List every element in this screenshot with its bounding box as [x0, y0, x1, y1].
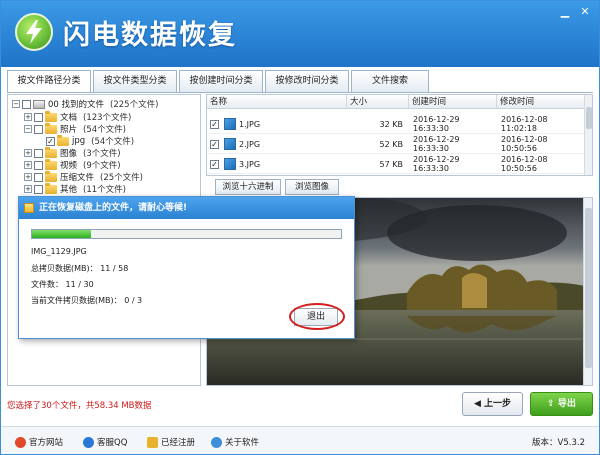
expand-icon[interactable]: + [24, 173, 32, 181]
registered-link[interactable]: 已经注册 [147, 436, 195, 448]
lightning-logo-icon [15, 13, 53, 51]
folder-icon [45, 158, 57, 170]
tree-item-photos[interactable]: − 照片 (54个文件) [24, 122, 126, 135]
copied-data-line: 总拷贝数据(MB)： 11 / 58 [31, 264, 129, 273]
tab-by-modified[interactable]: 按修改时间分类 [265, 70, 349, 92]
tree-root[interactable]: − 00 找到的文件 (225个文件) [12, 98, 158, 110]
expand-icon[interactable]: + [24, 161, 32, 169]
tree-item-docs[interactable]: + 文档 (123个文件) [24, 110, 131, 123]
folder-icon [57, 134, 69, 146]
info-icon [211, 436, 222, 448]
expand-icon[interactable]: + [24, 149, 32, 157]
image-file-icon [224, 138, 236, 150]
title-bar: 闪电数据恢复 ▁ ✕ [1, 1, 599, 67]
tree-item-archives[interactable]: + 压缩文件 (25个文件) [24, 170, 143, 183]
about-link[interactable]: 关于软件 [211, 436, 259, 448]
footer-bar: 官方网站 客服QQ 已经注册 关于软件 版本：V5.3.2 [1, 426, 599, 454]
dialog-title-bar: 正在恢复磁盘上的文件，请耐心等候! [19, 197, 354, 219]
drive-icon [33, 99, 45, 109]
preview-scrollbar[interactable] [583, 198, 592, 385]
current-file-name: IMG_1129.JPG [31, 247, 87, 256]
collapse-icon[interactable]: − [24, 125, 32, 133]
table-row[interactable]: 3.JPG 57 KB 2016-12-29 16:33:30 2016-12-… [207, 155, 585, 174]
highlight-circle [289, 303, 345, 330]
folder-icon [45, 122, 57, 134]
tab-by-created[interactable]: 按创建时间分类 [179, 70, 263, 92]
recovery-progress-bar [31, 229, 342, 239]
row-checkbox[interactable] [210, 139, 219, 149]
file-count-line: 文件数： 11 / 30 [31, 280, 94, 289]
recovery-progress-dialog: 正在恢复磁盘上的文件，请耐心等候! IMG_1129.JPG 总拷贝数据(MB)… [18, 196, 355, 339]
row-checkbox[interactable] [210, 159, 219, 169]
folder-icon [45, 146, 57, 158]
tree-item-other[interactable]: + 其他 (11个文件) [24, 182, 126, 195]
tree-item-videos[interactable]: + 视频 (9个文件) [24, 158, 121, 171]
progress-fill [32, 230, 91, 238]
key-icon [147, 436, 158, 448]
tree-checkbox[interactable] [22, 99, 31, 109]
expand-icon[interactable]: + [24, 113, 32, 121]
tree-checkbox[interactable] [34, 112, 43, 122]
tree-item-images[interactable]: + 图像 (3个文件) [24, 146, 121, 159]
tree-checkbox[interactable] [46, 136, 55, 146]
image-file-icon [224, 118, 236, 130]
version-label: 版本：V5.3.2 [532, 438, 585, 448]
previous-step-button[interactable]: ◀ 上一步 [462, 392, 523, 416]
scrollbar-thumb[interactable] [586, 107, 592, 129]
column-created[interactable]: 创建时间 [409, 95, 497, 108]
image-file-icon [224, 158, 236, 170]
column-name[interactable]: 名称 [207, 95, 347, 108]
tree-checkbox[interactable] [34, 124, 43, 134]
column-modified[interactable]: 修改时间 [497, 95, 585, 108]
support-qq-link[interactable]: 客服QQ [83, 436, 127, 448]
tab-divider [7, 92, 593, 93]
row-checkbox[interactable] [210, 119, 219, 129]
tree-item-jpg[interactable]: jpg (54个文件) [46, 134, 134, 147]
app-window: 闪电数据恢复 ▁ ✕ 按文件路径分类 按文件类型分类 按创建时间分类 按修改时间… [0, 0, 600, 455]
category-tabs: 按文件路径分类 按文件类型分类 按创建时间分类 按修改时间分类 文件搜索 [7, 70, 429, 93]
tab-by-type[interactable]: 按文件类型分类 [93, 70, 177, 92]
tree-checkbox[interactable] [34, 160, 43, 170]
ie-icon [15, 436, 26, 448]
tree-checkbox[interactable] [34, 148, 43, 158]
scrollbar-thumb[interactable] [585, 208, 592, 368]
qq-icon [83, 436, 94, 448]
file-list-header: 名称 大小 创建时间 修改时间 [207, 95, 585, 109]
current-file-data-line: 当前文件拷贝数据(MB)： 0 / 3 [31, 296, 143, 305]
view-hex-button[interactable]: 浏览十六进制 [215, 179, 281, 195]
table-row[interactable]: 1.JPG 32 KB 2016-12-29 16:33:30 2016-12-… [207, 115, 585, 134]
arrow-left-icon: ◀ [473, 399, 485, 409]
file-list: 名称 大小 创建时间 修改时间 1.JPG 32 KB 2016-12-29 1… [206, 94, 593, 176]
tab-by-path[interactable]: 按文件路径分类 [7, 70, 91, 93]
close-icon[interactable]: ✕ [577, 5, 593, 19]
view-image-button[interactable]: 浏览图像 [285, 179, 339, 195]
column-size[interactable]: 大小 [347, 95, 409, 108]
export-button[interactable]: ⇪ 导出 [530, 392, 593, 416]
tab-file-search[interactable]: 文件搜索 [351, 70, 429, 92]
tree-checkbox[interactable] [34, 184, 43, 194]
selection-status: 您选择了30个文件，共58.34 MB数据 [7, 401, 152, 411]
tree-checkbox[interactable] [34, 172, 43, 182]
folder-icon [45, 110, 57, 122]
folder-icon [45, 182, 57, 194]
app-title: 闪电数据恢复 [63, 20, 237, 51]
folder-icon [45, 170, 57, 182]
minimize-icon[interactable]: ▁ [557, 5, 573, 19]
expand-icon[interactable]: + [24, 185, 32, 193]
file-list-scrollbar[interactable] [584, 95, 592, 175]
export-icon: ⇪ [547, 399, 558, 409]
dialog-app-icon [24, 203, 34, 213]
table-row[interactable]: 2.JPG 52 KB 2016-12-29 16:33:30 2016-12-… [207, 135, 585, 154]
official-website-link[interactable]: 官方网站 [15, 436, 63, 448]
collapse-icon[interactable]: − [12, 100, 20, 108]
